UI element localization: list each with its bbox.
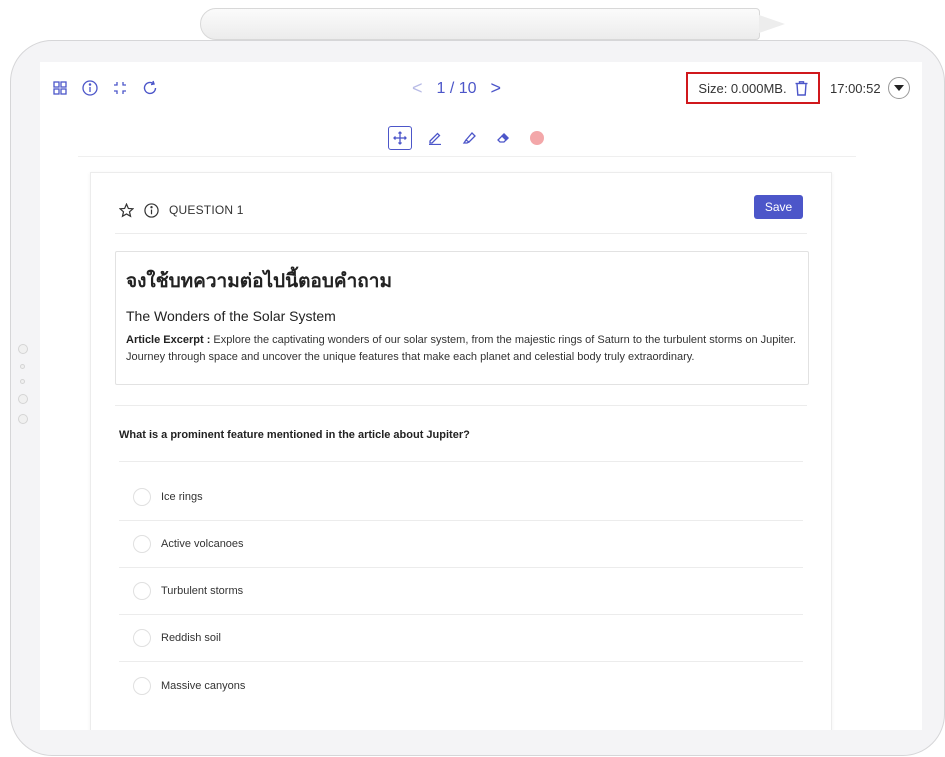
storage-size-indicator: Size: 0.000MB.: [686, 72, 820, 104]
question-card: QUESTION 1 Save จงใช้บทความต่อไปนี้ตอบคำ…: [90, 172, 832, 730]
color-dot: [530, 131, 544, 145]
answer-option[interactable]: Ice rings: [119, 474, 803, 521]
side-button: [18, 344, 28, 354]
side-button: [20, 379, 25, 384]
side-button: [18, 394, 28, 404]
trash-icon[interactable]: [795, 80, 808, 96]
option-label: Ice rings: [161, 491, 203, 503]
top-toolbar: < 1 / 10 > Size: 0.000MB. 17:00:52: [40, 62, 922, 116]
move-icon[interactable]: [388, 126, 412, 150]
passage-divider: [115, 405, 807, 406]
answer-option[interactable]: Turbulent storms: [119, 568, 803, 615]
article-passage: จงใช้บทความต่อไปนี้ตอบคำถาม The Wonders …: [115, 251, 809, 385]
eraser-icon[interactable]: [492, 127, 514, 149]
passage-heading: จงใช้บทความต่อไปนี้ตอบคำถาม: [126, 270, 392, 292]
info-icon[interactable]: [80, 78, 100, 98]
option-radio[interactable]: [133, 629, 151, 647]
excerpt-text: Explore the captivating wonders of our s…: [126, 334, 797, 363]
stylus-tip: [759, 15, 785, 33]
side-button: [18, 414, 28, 424]
pen-icon[interactable]: [424, 127, 446, 149]
answer-option[interactable]: Active volcanoes: [119, 521, 803, 568]
answer-option[interactable]: Massive canyons: [119, 662, 803, 709]
info-icon[interactable]: [144, 202, 159, 218]
stylus-pencil: [200, 8, 785, 40]
header-divider: [115, 233, 807, 234]
passage-title: The Wonders of the Solar System: [126, 308, 336, 324]
storage-size-label: Size: 0.000MB.: [698, 80, 787, 96]
prompt-divider: [119, 461, 803, 462]
expand-icon[interactable]: [110, 78, 130, 98]
star-icon[interactable]: [119, 202, 134, 218]
previous-page-button[interactable]: <: [412, 78, 423, 99]
refresh-icon[interactable]: [140, 78, 160, 98]
pager: < 1 / 10 >: [412, 78, 501, 99]
app-screen: < 1 / 10 > Size: 0.000MB. 17:00:52 QUEST…: [40, 62, 922, 730]
toolbar-divider: [78, 156, 856, 157]
clock: 17:00:52: [830, 81, 881, 96]
chevron-down-icon[interactable]: [888, 77, 910, 99]
question-label: QUESTION 1: [169, 203, 244, 217]
tablet-side-buttons: [18, 344, 28, 434]
save-button[interactable]: Save: [754, 195, 803, 219]
option-label: Massive canyons: [161, 679, 246, 692]
drawing-toolbar: [388, 126, 548, 150]
answer-option[interactable]: Reddish soil: [119, 615, 803, 662]
option-label: Active volcanoes: [161, 538, 244, 550]
next-page-button[interactable]: >: [491, 78, 502, 99]
excerpt-label: Article Excerpt :: [126, 334, 211, 346]
side-button: [20, 364, 25, 369]
article-excerpt: Article Excerpt : Explore the captivatin…: [126, 332, 798, 366]
option-radio[interactable]: [133, 676, 151, 695]
option-radio[interactable]: [133, 488, 151, 506]
pen-color-swatch[interactable]: [526, 127, 548, 149]
page-indicator: 1 / 10: [436, 79, 477, 97]
answer-options: Ice rings Active volcanoes Turbulent sto…: [119, 474, 803, 709]
grid-icon[interactable]: [50, 78, 70, 98]
highlighter-icon[interactable]: [458, 127, 480, 149]
question-prompt: What is a prominent feature mentioned in…: [119, 429, 470, 441]
question-header: QUESTION 1 Save: [119, 195, 803, 225]
option-radio[interactable]: [133, 582, 151, 600]
option-label: Turbulent storms: [161, 585, 244, 597]
option-radio[interactable]: [133, 535, 151, 553]
option-label: Reddish soil: [161, 632, 221, 644]
